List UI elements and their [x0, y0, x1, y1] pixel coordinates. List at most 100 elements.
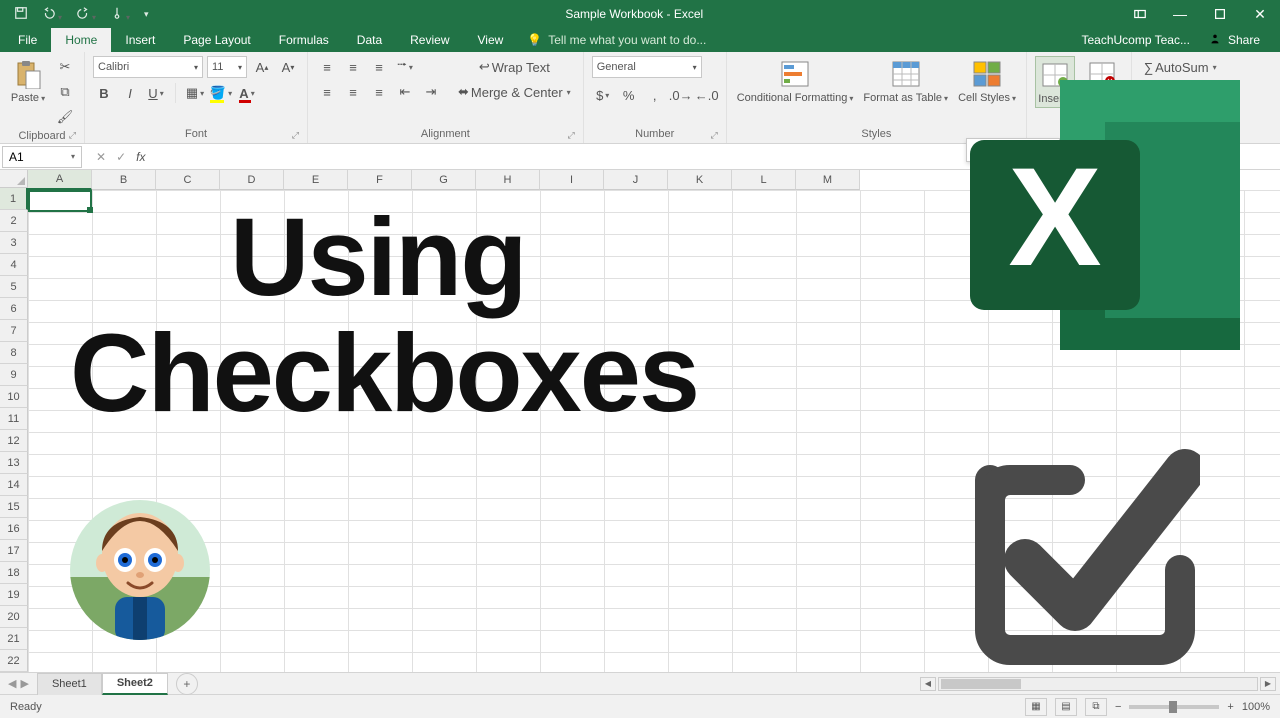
accounting-format-button[interactable]: $ — [592, 84, 614, 106]
align-bottom-button[interactable]: ≡ — [368, 56, 390, 78]
sheet-nav-next-icon[interactable]: ▶ — [20, 677, 28, 690]
row-header-1[interactable]: 1 — [0, 188, 28, 210]
shrink-font-button[interactable]: A▾ — [277, 56, 299, 78]
row-header-8[interactable]: 8 — [0, 342, 28, 364]
hscroll-right-icon[interactable]: ▶ — [1260, 677, 1276, 691]
row-header-18[interactable]: 18 — [0, 562, 28, 584]
tab-file[interactable]: File — [4, 28, 51, 52]
align-right-button[interactable]: ≡ — [368, 81, 390, 103]
page-layout-view-button[interactable]: ▤ — [1055, 698, 1077, 716]
column-header-G[interactable]: G — [412, 170, 476, 190]
format-as-table-button[interactable]: Format as Table — [861, 56, 950, 106]
underline-button[interactable]: U — [145, 82, 167, 104]
format-painter-button[interactable]: 🖌 — [54, 106, 76, 128]
add-sheet-button[interactable]: + — [176, 673, 198, 695]
sheet-tab-sheet2[interactable]: Sheet2 — [102, 673, 168, 695]
column-header-B[interactable]: B — [92, 170, 156, 190]
tab-review[interactable]: Review — [396, 28, 463, 52]
name-box[interactable]: A1 ▾ — [2, 146, 82, 168]
tab-page-layout[interactable]: Page Layout — [169, 28, 264, 52]
column-header-C[interactable]: C — [156, 170, 220, 190]
share-button[interactable]: Share — [1208, 32, 1260, 49]
row-header-4[interactable]: 4 — [0, 254, 28, 276]
column-header-A[interactable]: A — [28, 170, 92, 190]
zoom-out-button[interactable]: − — [1115, 701, 1121, 713]
italic-button[interactable]: I — [119, 82, 141, 104]
close-icon[interactable]: ✕ — [1240, 0, 1280, 28]
save-icon[interactable] — [14, 6, 28, 23]
tab-insert[interactable]: Insert — [111, 28, 169, 52]
paste-button[interactable]: Paste — [8, 56, 48, 106]
row-header-16[interactable]: 16 — [0, 518, 28, 540]
merge-center-button[interactable]: ⬌ Merge & Center — [454, 81, 575, 103]
account-user[interactable]: TeachUcomp Teac... — [1081, 33, 1190, 47]
tab-home[interactable]: Home — [51, 28, 111, 52]
column-header-D[interactable]: D — [220, 170, 284, 190]
number-format-select[interactable]: General▾ — [592, 56, 702, 78]
increase-indent-button[interactable]: ⇥ — [420, 81, 442, 103]
zoom-level-label[interactable]: 100% — [1242, 701, 1270, 713]
column-header-L[interactable]: L — [732, 170, 796, 190]
select-all-corner[interactable] — [0, 170, 28, 188]
percent-format-button[interactable]: % — [618, 84, 640, 106]
comma-format-button[interactable]: , — [644, 84, 666, 106]
undo-icon[interactable] — [42, 6, 62, 23]
align-middle-button[interactable]: ≡ — [342, 56, 364, 78]
column-header-E[interactable]: E — [284, 170, 348, 190]
font-launcher-icon[interactable]: ⤢ — [292, 130, 299, 141]
row-header-3[interactable]: 3 — [0, 232, 28, 254]
qat-customize-icon[interactable]: ▾ — [144, 9, 149, 20]
decrease-indent-button[interactable]: ⇤ — [394, 81, 416, 103]
align-top-button[interactable]: ≡ — [316, 56, 338, 78]
row-header-12[interactable]: 12 — [0, 430, 28, 452]
fill-color-button[interactable]: 🪣 — [210, 82, 232, 104]
row-header-20[interactable]: 20 — [0, 606, 28, 628]
zoom-slider[interactable] — [1129, 705, 1219, 709]
tell-me-search[interactable]: 💡 Tell me what you want to do... — [527, 33, 706, 47]
normal-view-button[interactable]: ▦ — [1025, 698, 1047, 716]
row-header-19[interactable]: 19 — [0, 584, 28, 606]
tab-formulas[interactable]: Formulas — [265, 28, 343, 52]
redo-icon[interactable] — [76, 6, 96, 23]
row-header-10[interactable]: 10 — [0, 386, 28, 408]
decrease-decimal-button[interactable]: ←.0 — [696, 84, 718, 106]
page-break-view-button[interactable]: ⧉ — [1085, 698, 1107, 716]
row-header-7[interactable]: 7 — [0, 320, 28, 342]
row-header-17[interactable]: 17 — [0, 540, 28, 562]
clipboard-launcher-icon[interactable]: ⤢ — [69, 130, 76, 141]
number-launcher-icon[interactable]: ⤢ — [710, 130, 717, 141]
touch-mode-icon[interactable] — [110, 6, 130, 23]
sheet-nav-prev-icon[interactable]: ◀ — [8, 677, 16, 690]
column-header-F[interactable]: F — [348, 170, 412, 190]
tab-view[interactable]: View — [464, 28, 518, 52]
row-header-22[interactable]: 22 — [0, 650, 28, 672]
minimize-icon[interactable]: — — [1160, 0, 1200, 28]
copy-button[interactable]: ⧉ — [54, 81, 76, 103]
row-header-13[interactable]: 13 — [0, 452, 28, 474]
zoom-in-button[interactable]: + — [1227, 701, 1233, 713]
bold-button[interactable]: B — [93, 82, 115, 104]
column-header-J[interactable]: J — [604, 170, 668, 190]
column-header-I[interactable]: I — [540, 170, 604, 190]
hscroll-left-icon[interactable]: ◀ — [920, 677, 936, 691]
align-center-button[interactable]: ≡ — [342, 81, 364, 103]
row-header-15[interactable]: 15 — [0, 496, 28, 518]
row-header-6[interactable]: 6 — [0, 298, 28, 320]
row-header-11[interactable]: 11 — [0, 408, 28, 430]
column-header-M[interactable]: M — [796, 170, 860, 190]
fx-icon[interactable]: fx — [136, 150, 145, 164]
font-size-select[interactable]: 11▾ — [207, 56, 247, 78]
font-name-select[interactable]: Calibri▾ — [93, 56, 203, 78]
wrap-text-button[interactable]: ↩ Wrap Text — [454, 56, 575, 78]
ribbon-options-icon[interactable] — [1120, 0, 1160, 28]
column-header-K[interactable]: K — [668, 170, 732, 190]
borders-button[interactable]: ▦ — [184, 82, 206, 104]
row-header-5[interactable]: 5 — [0, 276, 28, 298]
orientation-button[interactable]: ⭬ — [394, 56, 416, 78]
row-header-14[interactable]: 14 — [0, 474, 28, 496]
cancel-formula-icon[interactable]: ✕ — [96, 150, 106, 164]
sheet-tab-sheet1[interactable]: Sheet1 — [37, 673, 102, 695]
tab-data[interactable]: Data — [343, 28, 396, 52]
row-header-9[interactable]: 9 — [0, 364, 28, 386]
increase-decimal-button[interactable]: .0→ — [670, 84, 692, 106]
